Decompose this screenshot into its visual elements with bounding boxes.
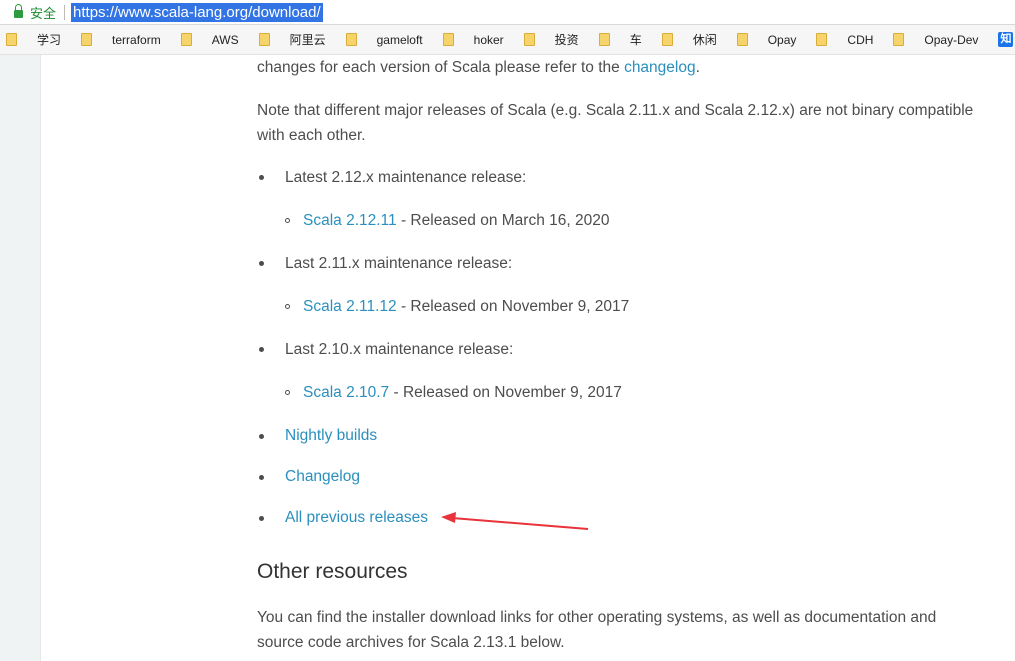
- annotation-arrow: [441, 512, 589, 530]
